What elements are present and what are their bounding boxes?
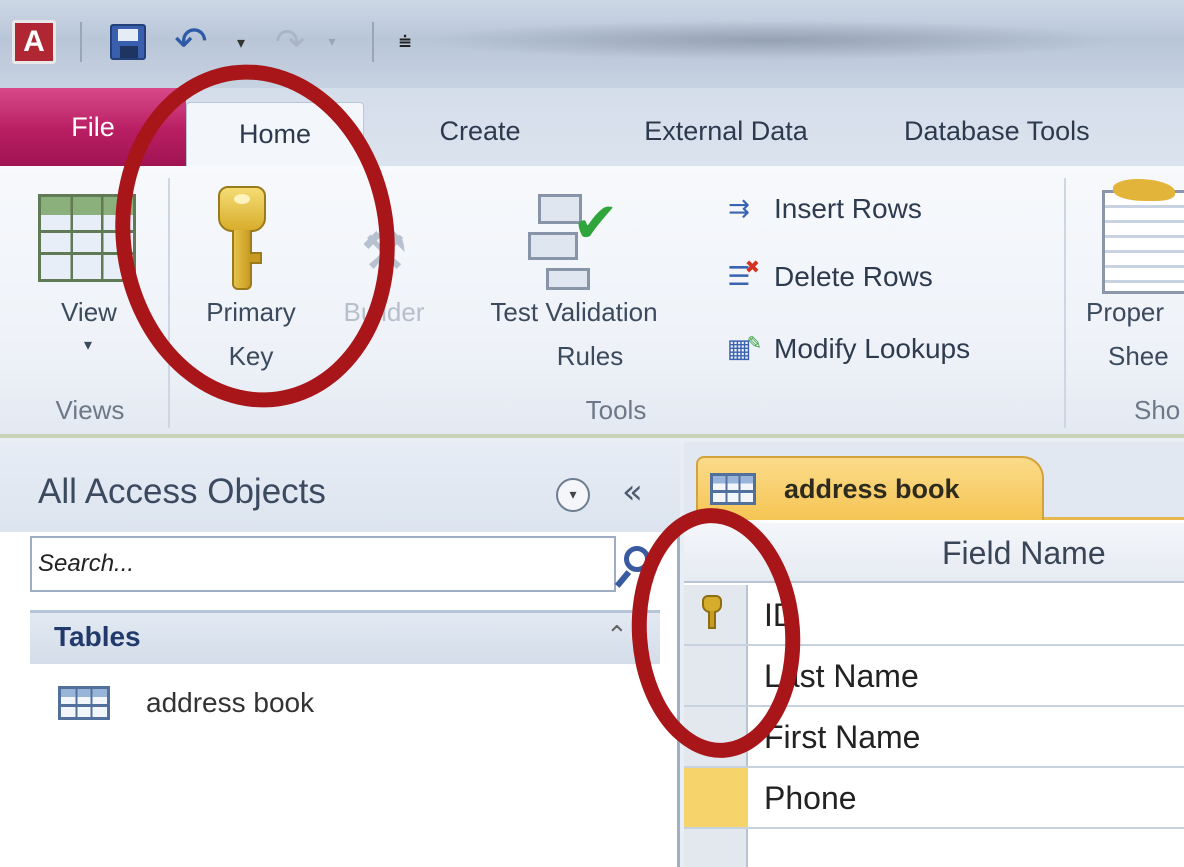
group-separator bbox=[168, 178, 170, 428]
search-icon[interactable] bbox=[614, 540, 660, 590]
collapse-group-icon[interactable]: ⌃ bbox=[606, 621, 628, 651]
table-icon bbox=[710, 473, 756, 505]
property-sheet-icon[interactable] bbox=[1102, 179, 1184, 294]
toolbar-separator bbox=[80, 22, 82, 62]
tab-home[interactable]: Home bbox=[186, 102, 364, 166]
field-name-cell[interactable]: Phone bbox=[764, 780, 857, 817]
modify-lookups-label: Modify Lookups bbox=[774, 333, 971, 364]
search-input[interactable] bbox=[38, 550, 614, 578]
test-validation-label-line2[interactable]: Rules bbox=[540, 340, 640, 372]
insert-rows-icon: ⇉ bbox=[728, 194, 750, 224]
nav-pane-title[interactable]: All Access Objects bbox=[38, 472, 326, 512]
group-separator bbox=[1064, 178, 1066, 428]
insert-rows-button[interactable]: ⇉ Insert Rows bbox=[716, 184, 922, 234]
field-name-cell[interactable]: ID bbox=[764, 597, 796, 634]
delete-rows-label: Delete Rows bbox=[774, 261, 933, 292]
delete-rows-icon: ☰ ✖ bbox=[727, 257, 760, 292]
delete-rows-button[interactable]: ☰ ✖ Delete Rows bbox=[716, 252, 933, 302]
view-icon[interactable] bbox=[38, 194, 136, 282]
tab-file[interactable]: File bbox=[0, 88, 186, 166]
nav-item-address-book[interactable]: address book bbox=[58, 678, 638, 728]
access-app-icon[interactable]: A bbox=[12, 20, 56, 64]
row-selector[interactable] bbox=[684, 707, 748, 768]
ribbon-tabs: File Home Create External Data Database … bbox=[0, 88, 1184, 166]
field-name-cell[interactable]: Last Name bbox=[764, 658, 919, 695]
tab-create[interactable]: Create bbox=[400, 96, 560, 166]
primary-key-label-line2[interactable]: Key bbox=[186, 340, 316, 372]
primary-key-icon[interactable] bbox=[214, 186, 270, 296]
table-row[interactable]: Phone bbox=[748, 768, 1184, 829]
ribbon: View ▾ Views Primary Key ⚒ Builder ✔ Tes… bbox=[0, 166, 1184, 438]
test-validation-icon[interactable]: ✔ bbox=[528, 188, 624, 290]
quick-access-toolbar: A ↶ ▾ ↷ ▾ ⩧ bbox=[0, 0, 1184, 88]
insert-rows-label: Insert Rows bbox=[774, 193, 922, 224]
row-selector-column bbox=[684, 585, 748, 867]
tables-group-header[interactable]: Tables ⌃ bbox=[30, 610, 660, 664]
view-dropdown-icon[interactable]: ▾ bbox=[76, 330, 100, 362]
tools-group-label: Tools bbox=[585, 395, 647, 425]
document-area: address book Field Name ID Last Name Fir… bbox=[684, 442, 1184, 867]
property-sheet-label-line2[interactable]: Shee bbox=[1108, 340, 1184, 372]
row-selector[interactable] bbox=[684, 646, 748, 707]
redo-icon[interactable]: ↷ bbox=[270, 20, 310, 64]
document-tabstrip: address book bbox=[684, 442, 1184, 520]
builder-button-label: Builder bbox=[343, 297, 425, 327]
modify-lookups-button[interactable]: ▦ ✎ Modify Lookups bbox=[716, 324, 970, 374]
modify-lookups-icon: ▦ ✎ bbox=[726, 333, 762, 364]
table-icon bbox=[58, 686, 110, 720]
views-group-label: Views bbox=[55, 395, 125, 425]
nav-menu-dropdown-icon[interactable]: ▾ bbox=[556, 478, 590, 512]
tables-group-label: Tables bbox=[54, 621, 141, 652]
table-row[interactable]: ID bbox=[748, 585, 1184, 646]
row-selector[interactable] bbox=[684, 585, 748, 646]
redo-dropdown-icon[interactable]: ▾ bbox=[322, 20, 342, 64]
table-row[interactable]: Last Name bbox=[748, 646, 1184, 707]
undo-icon[interactable]: ↶ bbox=[168, 19, 214, 65]
tab-address-book[interactable]: address book bbox=[696, 456, 1044, 520]
primary-key-label-line1[interactable]: Primary bbox=[186, 296, 316, 328]
show-group-label: Sho bbox=[1134, 395, 1181, 425]
customize-toolbar-icon[interactable]: ⩧ bbox=[392, 20, 418, 64]
undo-dropdown-icon[interactable]: ▾ bbox=[230, 20, 252, 64]
row-selector-current[interactable] bbox=[684, 768, 748, 829]
primary-key-indicator-icon bbox=[702, 595, 722, 631]
view-button-label[interactable]: View bbox=[44, 296, 134, 328]
nav-search-box bbox=[30, 536, 616, 592]
navigation-pane: All Access Objects ▾ « Tables ⌃ address … bbox=[0, 442, 680, 867]
field-name-cell[interactable]: First Name bbox=[764, 719, 920, 756]
design-grid-header: Field Name bbox=[684, 523, 1184, 583]
builder-wand-icon: ⚒ bbox=[360, 222, 408, 282]
field-name-column-header[interactable]: Field Name bbox=[942, 535, 1106, 572]
tab-database-tools[interactable]: Database Tools bbox=[904, 96, 1184, 166]
test-validation-label-line1[interactable]: Test Validation bbox=[452, 296, 696, 328]
table-row[interactable]: First Name bbox=[748, 707, 1184, 768]
toolbar-separator bbox=[372, 22, 374, 62]
collapse-pane-icon[interactable]: « bbox=[622, 472, 643, 512]
save-icon[interactable] bbox=[106, 20, 150, 64]
document-tab-label: address book bbox=[784, 473, 960, 504]
nav-pane-header: All Access Objects ▾ « bbox=[0, 442, 680, 532]
property-sheet-label-line1[interactable]: Proper bbox=[1086, 296, 1184, 328]
tab-external-data[interactable]: External Data bbox=[596, 96, 856, 166]
nav-item-label: address book bbox=[146, 687, 315, 718]
